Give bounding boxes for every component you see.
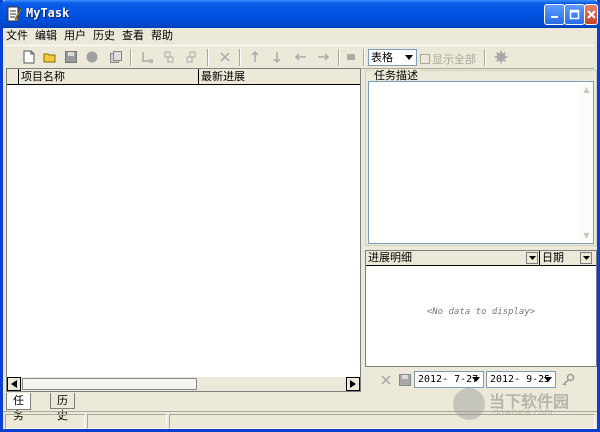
- delete-icon: [381, 375, 391, 385]
- scroll-down-icon: ▼: [583, 231, 590, 240]
- gear-icon: [494, 50, 508, 64]
- scroll-thumb[interactable]: [22, 378, 197, 390]
- move-down-icon: [273, 52, 281, 64]
- save-icon: [399, 374, 411, 386]
- settings-button[interactable]: [494, 50, 508, 64]
- column-progress-detail-label: 进展明细: [368, 251, 412, 264]
- main-window: MyTask 文件 编辑 用户 历史 查看 帮助 表格 显示全部 项目名称 最新…: [0, 0, 600, 432]
- indent-button[interactable]: [316, 50, 330, 64]
- watermark-url: downxia.com: [493, 408, 553, 418]
- chevron-down-icon: [403, 51, 415, 64]
- save-button[interactable]: [64, 50, 78, 64]
- show-all-checkbox[interactable]: 显示全部: [420, 51, 476, 67]
- add-subtask-icon: [186, 51, 196, 63]
- toolbar: 表格 显示全部: [6, 45, 594, 69]
- move-down-button[interactable]: [270, 50, 284, 64]
- close-button[interactable]: [584, 4, 598, 25]
- add-sibling-icon: [164, 51, 174, 63]
- column-latest-progress[interactable]: 最新进展: [199, 69, 360, 84]
- add-sibling-button[interactable]: [162, 50, 176, 64]
- copy-icon: [110, 51, 122, 63]
- description-scrollbar[interactable]: ▲ ▼: [579, 82, 593, 243]
- filter-dropdown-icon[interactable]: [580, 252, 592, 264]
- delete-detail-button[interactable]: [379, 373, 393, 387]
- delete-button[interactable]: [218, 50, 232, 64]
- title-bar[interactable]: MyTask: [0, 0, 600, 28]
- menu-file[interactable]: 文件: [3, 28, 32, 44]
- add-subtask-button[interactable]: [184, 50, 198, 64]
- chevron-down-icon: [542, 373, 554, 386]
- scroll-right-button[interactable]: [346, 377, 360, 391]
- maximize-button[interactable]: [564, 4, 585, 25]
- save-icon: [65, 51, 77, 63]
- move-up-button[interactable]: [248, 50, 262, 64]
- download-logo-icon: [453, 388, 485, 420]
- close-icon: [586, 10, 596, 19]
- view-mode-value: 表格: [371, 51, 393, 64]
- maximize-icon: [569, 9, 580, 20]
- arrow-right-icon: [350, 380, 356, 388]
- stop-icon: [347, 54, 355, 60]
- horizontal-scrollbar[interactable]: [7, 377, 360, 391]
- window-title: MyTask: [26, 6, 70, 20]
- menu-user[interactable]: 用户: [61, 28, 90, 44]
- task-description-textarea[interactable]: ▲ ▼: [368, 81, 594, 244]
- minimize-button[interactable]: [544, 4, 565, 25]
- column-date[interactable]: 日期: [540, 251, 596, 265]
- task-list-header: 项目名称 最新进展: [7, 69, 360, 85]
- save-detail-button[interactable]: [398, 373, 412, 387]
- app-icon: [7, 6, 22, 22]
- task-list[interactable]: 项目名称 最新进展: [6, 68, 361, 392]
- indent-icon: [318, 53, 330, 61]
- empty-state-text: <No data to display>: [426, 307, 536, 317]
- menu-help[interactable]: 帮助: [148, 28, 177, 44]
- filter-dropdown-icon[interactable]: [526, 252, 538, 264]
- stop-button[interactable]: [344, 50, 358, 64]
- status-panel-2: [87, 414, 167, 429]
- status-panel-1: [5, 414, 85, 429]
- progress-detail-header: 进展明细 日期: [366, 251, 596, 266]
- watermark-logo: 当下软件园 downxia.com: [453, 386, 593, 426]
- record-icon: [86, 51, 98, 63]
- menu-history[interactable]: 历史: [90, 28, 119, 44]
- record-button[interactable]: [85, 50, 99, 64]
- new-button[interactable]: [22, 50, 36, 64]
- arrow-left-icon: [11, 380, 17, 388]
- menu-bar: 文件 编辑 用户 历史 查看 帮助: [3, 28, 597, 44]
- open-button[interactable]: [43, 50, 57, 64]
- new-icon: [23, 50, 35, 64]
- column-progress-detail[interactable]: 进展明细: [366, 251, 540, 265]
- outdent-icon: [294, 53, 306, 61]
- chevron-down-icon: [470, 373, 482, 386]
- copy-button[interactable]: [109, 50, 123, 64]
- scroll-left-button[interactable]: [7, 377, 21, 391]
- show-all-label: 显示全部: [432, 53, 476, 66]
- add-child-button[interactable]: [140, 50, 154, 64]
- move-up-icon: [251, 50, 259, 62]
- menu-view[interactable]: 查看: [119, 28, 148, 44]
- column-project-name[interactable]: 项目名称: [19, 69, 199, 84]
- scroll-up-icon: ▲: [583, 85, 590, 94]
- key-icon: [562, 373, 575, 386]
- tab-history[interactable]: 历史: [50, 393, 75, 422]
- open-icon: [43, 53, 56, 63]
- task-description-group: 任务描述 ▲ ▼: [365, 70, 597, 246]
- minimize-icon: [551, 16, 558, 18]
- menu-edit[interactable]: 编辑: [32, 28, 61, 44]
- progress-detail-grid[interactable]: 进展明细 日期 <No data to display>: [365, 250, 597, 367]
- tab-tasks[interactable]: 任务: [6, 393, 31, 422]
- view-mode-select[interactable]: 表格: [368, 49, 417, 66]
- column-date-label: 日期: [542, 251, 564, 264]
- header-indicator: [7, 69, 19, 84]
- search-button[interactable]: [561, 373, 575, 387]
- checkbox-icon: [420, 54, 430, 64]
- add-child-icon: [142, 52, 153, 63]
- outdent-button[interactable]: [294, 50, 308, 64]
- delete-icon: [220, 52, 230, 62]
